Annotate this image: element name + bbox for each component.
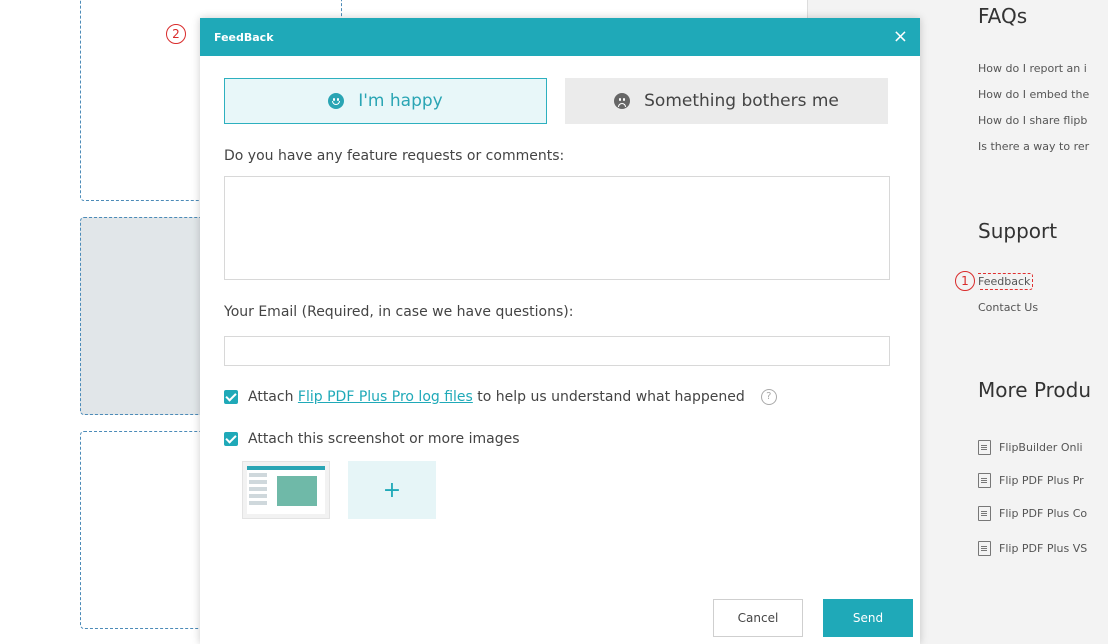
bother-label: Something bothers me [644,91,839,111]
faq-link[interactable]: How do I report an i [978,62,1087,75]
faq-link[interactable]: How do I share flipb [978,114,1087,127]
attach-logs-prefix: Attach [248,389,298,405]
annotation-marker-2: 2 [166,24,186,44]
attach-logs-suffix: to help us understand what happened [472,389,745,405]
product-label: FlipBuilder Onli [999,441,1083,454]
attach-logs-checkbox[interactable] [224,390,238,404]
contact-us-link[interactable]: Contact Us [978,301,1038,314]
add-image-button[interactable]: + [348,461,436,519]
document-icon [978,506,991,521]
comments-textarea[interactable] [224,176,890,280]
product-link[interactable]: Flip PDF Plus Co [978,506,1087,521]
annotation-marker-1: 1 [955,271,975,291]
help-icon[interactable]: ? [760,389,777,405]
product-link[interactable]: FlipBuilder Onli [978,440,1083,455]
support-title: Support [978,219,1058,243]
close-icon[interactable]: × [893,28,908,46]
smile-icon [328,93,345,109]
email-field[interactable] [224,336,890,366]
something-bothers-me-button[interactable]: Something bothers me [565,78,888,124]
product-label: Flip PDF Plus Co [999,507,1088,520]
happy-button[interactable]: I'm happy [224,78,547,124]
more-products-title: More Produ [978,378,1092,402]
cancel-button[interactable]: Cancel [713,599,803,637]
log-files-link[interactable]: Flip PDF Plus Pro log files [298,389,473,405]
faq-title: FAQs [978,4,1028,28]
product-label: Flip PDF Plus VS [999,542,1088,555]
document-icon [978,473,991,488]
attach-screenshot-checkbox[interactable] [224,432,238,446]
product-link[interactable]: Flip PDF Plus VS [978,541,1087,556]
sad-face-icon [614,93,631,109]
attach-logs-row: Attach Flip PDF Plus Pro log files to he… [224,389,777,405]
feedback-link[interactable]: Feedback [978,273,1034,290]
send-button[interactable]: Send [823,599,913,637]
happy-label: I'm happy [358,91,443,111]
attach-screenshot-label: Attach this screenshot or more images [248,431,520,447]
mood-toggle: I'm happy Something bothers me [224,78,888,124]
dialog-header: FeedBack × [200,18,920,56]
dialog-title: FeedBack [214,30,274,44]
product-link[interactable]: Flip PDF Plus Pr [978,473,1084,488]
document-icon [978,440,991,455]
email-label: Your Email (Required, in case we have qu… [224,304,574,320]
faq-link[interactable]: Is there a way to rer [978,140,1089,153]
screenshot-thumbnail[interactable] [242,461,330,519]
right-sidebar: FAQs How do I report an i How do I embed… [978,0,1108,644]
attach-screenshot-row: Attach this screenshot or more images [224,431,520,447]
comments-label: Do you have any feature requests or comm… [224,148,565,164]
faq-link[interactable]: How do I embed the [978,88,1089,101]
feedback-dialog: FeedBack × I'm happy Something bothers m… [200,18,920,644]
attach-logs-text: Attach Flip PDF Plus Pro log files to he… [248,389,745,405]
document-icon [978,541,991,556]
product-label: Flip PDF Plus Pr [999,474,1084,487]
plus-icon: + [382,477,402,503]
